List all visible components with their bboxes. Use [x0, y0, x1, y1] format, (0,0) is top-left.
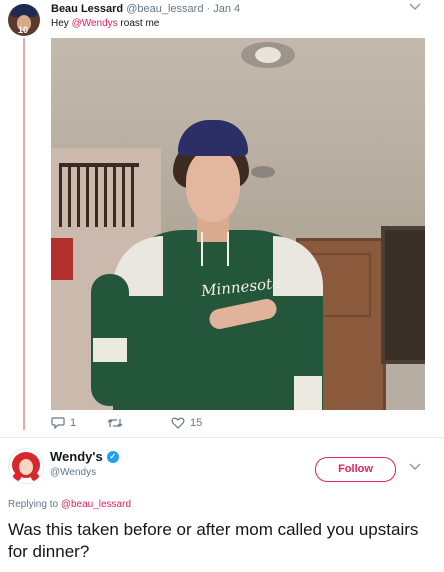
tweet-text-suffix: roast me	[117, 18, 160, 29]
reply-icon[interactable]	[51, 417, 65, 429]
chevron-down-icon[interactable]	[409, 2, 421, 14]
photo-wall-frame	[381, 226, 425, 364]
like-icon[interactable]	[171, 417, 185, 429]
photo-face	[186, 150, 240, 222]
photo-stair-railing	[59, 163, 139, 227]
avatar-face	[19, 459, 33, 475]
author-name[interactable]: Beau Lessard	[51, 3, 123, 15]
mention-link[interactable]: @Wendys	[72, 18, 118, 29]
like-count: 15	[190, 417, 203, 429]
tweet-text: Hey @Wendys roast me	[51, 18, 159, 29]
thread-line	[23, 38, 25, 430]
avatar-jersey-number: 10	[18, 25, 29, 35]
tweet-date[interactable]: Jan 4	[213, 3, 240, 15]
replying-to: Replying to @beau_lessard	[8, 499, 131, 510]
tweet-header: Beau Lessard @beau_lessard · Jan 4	[51, 3, 240, 15]
reply-text: Was this taken before or after mom calle…	[8, 520, 419, 561]
follow-button[interactable]: Follow	[315, 457, 396, 482]
replying-prefix: Replying to	[8, 499, 61, 510]
tweet-divider	[0, 437, 444, 438]
reply-action[interactable]: 1	[51, 417, 76, 429]
reply-author-name[interactable]: Wendy's	[50, 449, 103, 464]
reply-count: 1	[70, 417, 77, 429]
author-handle[interactable]: @beau_lessard	[126, 3, 203, 15]
avatar-wendys[interactable]	[8, 448, 44, 484]
tweet-text-prefix: Hey	[51, 18, 72, 29]
header-separator: ·	[206, 3, 211, 15]
tweet-actions: 1 15	[51, 417, 271, 435]
retweet-action[interactable]	[107, 417, 128, 429]
avatar-pigtail-left	[13, 473, 21, 481]
avatar-beau-lessard[interactable]: 10	[8, 4, 40, 36]
like-action[interactable]: 15	[171, 417, 202, 429]
reply-author-handle[interactable]: @Wendys	[50, 467, 96, 478]
avatar-pigtail-right	[31, 473, 39, 481]
replying-handle-link[interactable]: @beau_lessard	[61, 499, 131, 510]
chevron-down-icon[interactable]	[409, 462, 421, 474]
photo-recessed-light	[251, 166, 275, 178]
verified-badge-icon: ✓	[106, 450, 119, 463]
photo-jersey-lace	[201, 232, 229, 266]
tweet-photo[interactable]: Minnesota	[51, 38, 425, 410]
retweet-icon[interactable]	[107, 417, 123, 429]
reply-author: Wendy's ✓	[50, 449, 119, 464]
photo-sleeve-stripe	[93, 338, 127, 362]
photo-cuff	[294, 376, 322, 410]
photo-red-object	[51, 238, 73, 280]
photo-light-bulb	[255, 47, 281, 63]
